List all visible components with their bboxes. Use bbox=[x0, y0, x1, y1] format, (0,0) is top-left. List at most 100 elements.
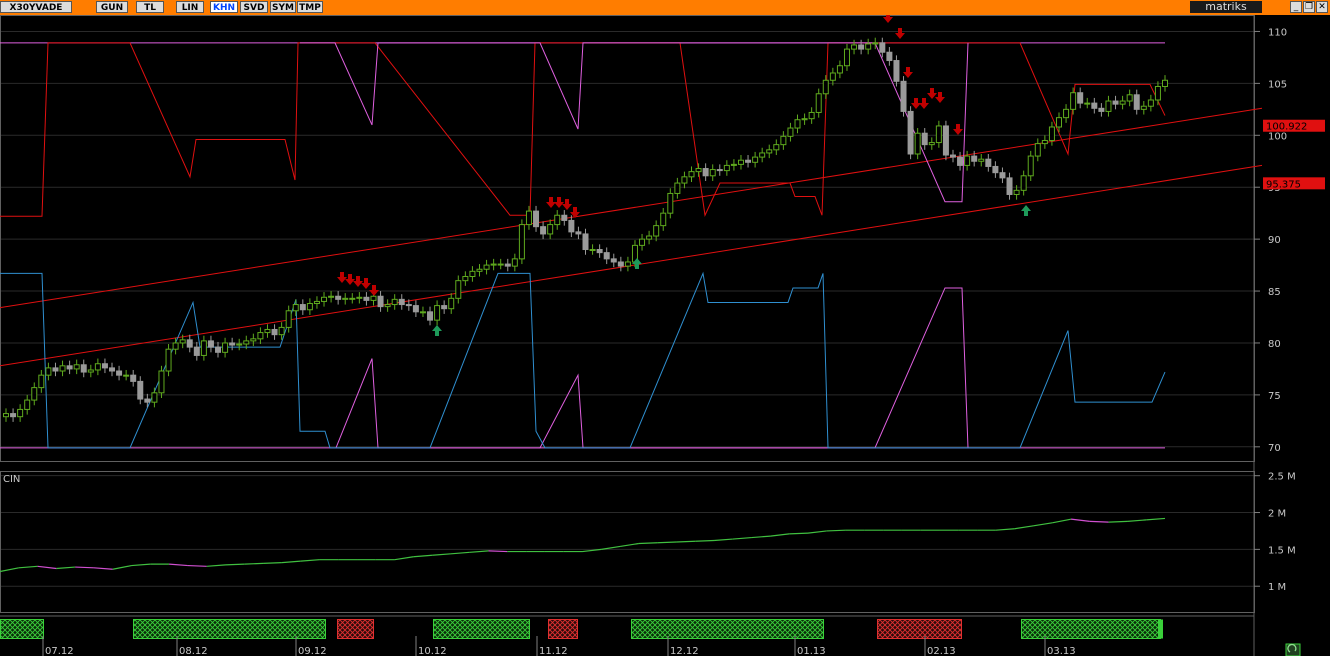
candle bbox=[469, 266, 476, 282]
sell-signal-arrow-icon bbox=[953, 124, 963, 135]
candle bbox=[794, 114, 801, 134]
candle bbox=[1034, 138, 1041, 162]
price-tick-label: 105 bbox=[1268, 79, 1287, 90]
candle bbox=[229, 337, 236, 351]
candle bbox=[681, 171, 688, 189]
candle bbox=[497, 258, 504, 270]
status-segment bbox=[337, 619, 374, 639]
sell-signal-arrow-icon bbox=[935, 92, 945, 103]
period-button-gun[interactable]: GUN bbox=[96, 1, 128, 13]
candle bbox=[921, 128, 928, 150]
status-segment bbox=[0, 619, 44, 639]
sell-signal-arrow-icon bbox=[554, 197, 564, 208]
candle bbox=[928, 137, 935, 150]
cin-tick-label: 1 M bbox=[1268, 582, 1286, 593]
candle bbox=[858, 39, 865, 55]
candle bbox=[109, 362, 116, 377]
sell-signal-arrow-icon bbox=[353, 276, 363, 287]
symbol-button-sym[interactable]: SYM bbox=[270, 1, 296, 13]
cin-tick-label: 2.5 M bbox=[1268, 472, 1296, 483]
candle bbox=[865, 38, 872, 55]
cin-panel-title: CIN bbox=[3, 474, 20, 485]
candle bbox=[547, 219, 554, 240]
period-button-tl[interactable]: TL bbox=[136, 1, 164, 13]
price-tick-label: 70 bbox=[1268, 443, 1281, 454]
candle bbox=[236, 338, 243, 351]
candle bbox=[851, 39, 858, 55]
candle bbox=[264, 324, 271, 338]
candle bbox=[1098, 103, 1105, 117]
sell-signal-arrow-icon bbox=[337, 272, 347, 283]
candle bbox=[398, 294, 405, 310]
candle bbox=[342, 293, 349, 305]
candle bbox=[137, 376, 144, 405]
minimize-icon[interactable]: _ bbox=[1290, 1, 1302, 13]
svg-text:95.375: 95.375 bbox=[1266, 179, 1301, 190]
candle bbox=[271, 324, 278, 340]
candle bbox=[525, 205, 532, 230]
date-tick-label: 12.12 bbox=[670, 646, 699, 656]
candle bbox=[978, 153, 985, 167]
candle bbox=[568, 215, 575, 238]
corner-refresh-icon[interactable] bbox=[1285, 643, 1301, 656]
scale-button-lin[interactable]: LIN bbox=[176, 1, 204, 13]
restore-icon[interactable]: ❐ bbox=[1303, 1, 1315, 13]
template-button-tmp[interactable]: TMP bbox=[297, 1, 323, 13]
price-tick-label: 85 bbox=[1268, 287, 1281, 298]
candle bbox=[646, 230, 653, 245]
candle bbox=[434, 300, 441, 326]
candle bbox=[554, 210, 561, 230]
price-tick-label: 110 bbox=[1268, 27, 1287, 38]
candle bbox=[766, 144, 773, 159]
candle bbox=[66, 360, 73, 375]
cin-tick-label: 2 M bbox=[1268, 509, 1286, 520]
candle bbox=[702, 163, 709, 181]
price-chart-area[interactable]: 707580859095100105110 100.92295.375 CIN … bbox=[0, 15, 1330, 656]
candle bbox=[1084, 97, 1091, 109]
candle bbox=[193, 341, 200, 361]
candle bbox=[285, 305, 292, 333]
candle bbox=[24, 394, 31, 415]
cin-axis: 1 M 1.5 M 2 M 2.5 M bbox=[1254, 472, 1296, 593]
candle bbox=[1147, 94, 1154, 112]
volume-button-svd[interactable]: SVD bbox=[240, 1, 268, 13]
candle bbox=[843, 43, 850, 71]
candle bbox=[207, 335, 214, 353]
candle bbox=[1006, 172, 1013, 200]
buy-signal-arrow-icon bbox=[1021, 205, 1031, 216]
date-tick-label: 07.12 bbox=[45, 646, 74, 656]
candle bbox=[1041, 135, 1048, 149]
candle bbox=[886, 47, 893, 66]
candle bbox=[10, 408, 17, 422]
candle bbox=[1077, 87, 1084, 109]
candle bbox=[674, 177, 681, 199]
candle bbox=[617, 256, 624, 272]
candle bbox=[893, 55, 900, 87]
close-icon[interactable]: ✕ bbox=[1316, 1, 1328, 13]
status-segment bbox=[133, 619, 326, 639]
candle bbox=[363, 292, 370, 306]
candle bbox=[1091, 97, 1098, 114]
candle bbox=[427, 306, 434, 326]
symbol-field[interactable]: X30YVADE bbox=[0, 1, 72, 13]
candle bbox=[992, 161, 999, 178]
candle bbox=[186, 334, 193, 353]
magenta-band-upper bbox=[300, 42, 969, 203]
sell-signal-arrow-icon bbox=[895, 28, 905, 39]
candle bbox=[52, 362, 59, 377]
candle bbox=[80, 359, 87, 378]
candle bbox=[448, 293, 455, 314]
candle bbox=[603, 247, 610, 265]
candle bbox=[540, 221, 547, 240]
candle bbox=[306, 298, 313, 315]
candle bbox=[942, 120, 949, 161]
candle bbox=[1133, 89, 1140, 115]
status-segment bbox=[877, 619, 962, 639]
candle bbox=[688, 166, 695, 183]
candle bbox=[709, 164, 716, 181]
candle bbox=[123, 369, 130, 381]
matriks-logo: matriks bbox=[1190, 1, 1262, 13]
chart-type-button-khn[interactable]: KHN bbox=[210, 1, 238, 13]
candle bbox=[716, 164, 723, 176]
candle bbox=[250, 333, 257, 347]
